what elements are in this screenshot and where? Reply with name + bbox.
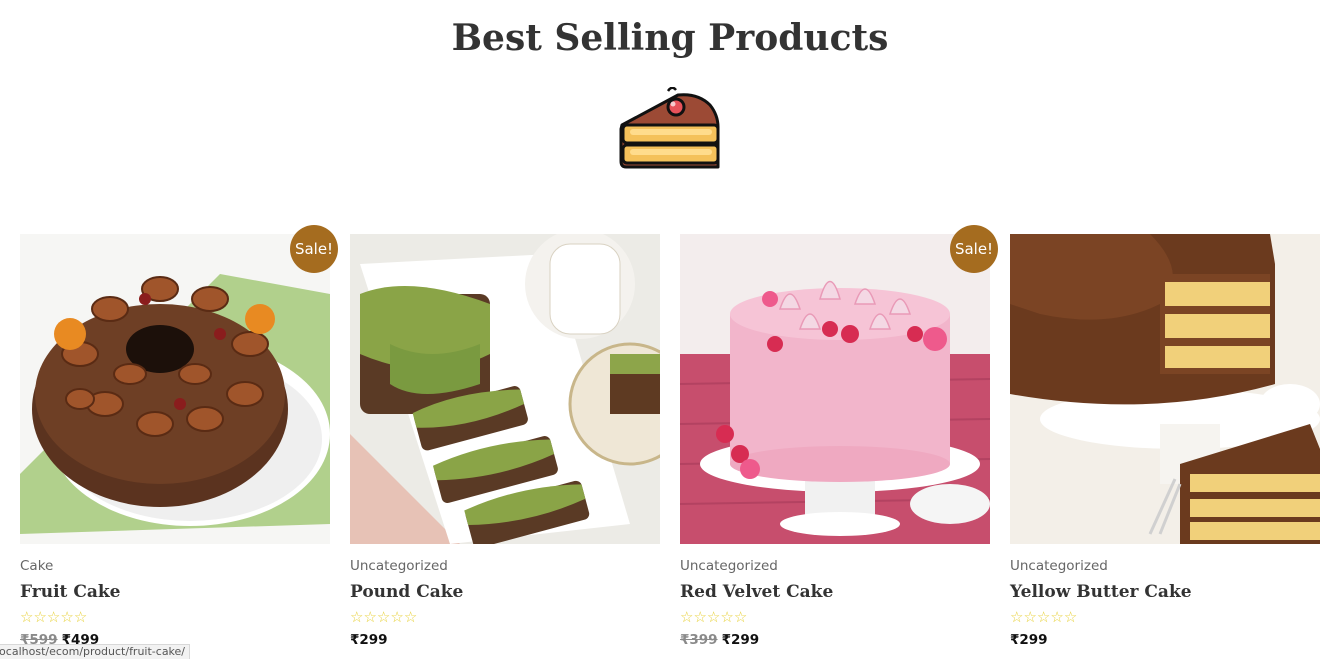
fruit-cake-image[interactable] xyxy=(20,234,330,544)
product-price: ₹399 ₹299 xyxy=(680,631,759,649)
product-title[interactable]: Fruit Cake xyxy=(20,580,120,604)
sale-badge: Sale! xyxy=(290,225,338,273)
star-rating: ☆☆☆☆☆ xyxy=(20,608,87,626)
product-card: Uncategorized Yellow Butter Cake ☆☆☆☆☆ ₹… xyxy=(1010,234,1320,659)
star-rating: ☆☆☆☆☆ xyxy=(350,608,417,626)
product-card: Sale! Cake Fruit Cake ☆☆☆☆☆ ₹599 ₹499 xyxy=(20,225,338,659)
star-icon: ☆ xyxy=(20,608,34,626)
products-grid: Sale! Cake Fruit Cake ☆☆☆☆☆ ₹599 ₹499 Un… xyxy=(20,225,1320,659)
star-icon: ☆ xyxy=(376,608,391,626)
product-category[interactable]: Uncategorized xyxy=(350,556,448,576)
sale-badge: Sale! xyxy=(950,225,998,273)
price-new: ₹299 xyxy=(350,632,388,648)
star-icon: ☆ xyxy=(46,608,61,626)
product-category[interactable]: Uncategorized xyxy=(1010,556,1108,576)
star-icon: ☆ xyxy=(403,608,418,626)
star-rating: ☆☆☆☆☆ xyxy=(680,608,747,626)
star-icon: ☆ xyxy=(1063,608,1078,626)
pound-cake-image[interactable] xyxy=(350,234,660,544)
star-icon: ☆ xyxy=(733,608,748,626)
product-price: ₹299 xyxy=(1010,631,1048,649)
star-icon: ☆ xyxy=(73,608,88,626)
status-bar-url: localhost/ecom/product/fruit-cake/ xyxy=(0,644,191,659)
price-new: ₹299 xyxy=(1010,632,1048,648)
star-icon: ☆ xyxy=(33,608,47,626)
product-title[interactable]: Yellow Butter Cake xyxy=(1010,580,1192,604)
product-title[interactable]: Pound Cake xyxy=(350,580,463,604)
star-icon: ☆ xyxy=(350,608,364,626)
star-icon: ☆ xyxy=(720,608,734,626)
star-rating: ☆☆☆☆☆ xyxy=(1010,608,1077,626)
product-category[interactable]: Cake xyxy=(20,556,53,576)
star-icon: ☆ xyxy=(1010,608,1024,626)
cake-slice-icon xyxy=(619,87,720,169)
product-card: Sale! Uncategorized Red Velvet Cake ☆☆☆☆… xyxy=(680,225,998,659)
star-icon: ☆ xyxy=(1036,608,1051,626)
price-new: ₹299 xyxy=(721,632,760,648)
product-price: ₹299 xyxy=(350,631,388,649)
star-icon: ☆ xyxy=(706,608,721,626)
product-category[interactable]: Uncategorized xyxy=(680,556,778,576)
star-icon: ☆ xyxy=(60,608,74,626)
star-icon: ☆ xyxy=(1023,608,1037,626)
star-icon: ☆ xyxy=(363,608,377,626)
product-title[interactable]: Red Velvet Cake xyxy=(680,580,833,604)
product-card: Uncategorized Pound Cake ☆☆☆☆☆ ₹299 xyxy=(350,234,660,659)
section-title: Best Selling Products xyxy=(451,17,889,59)
price-old: ₹399 xyxy=(680,632,718,648)
star-icon: ☆ xyxy=(1050,608,1064,626)
star-icon: ☆ xyxy=(680,608,694,626)
star-icon: ☆ xyxy=(390,608,404,626)
red-velvet-cake-image[interactable] xyxy=(680,234,990,544)
yellow-butter-cake-image[interactable] xyxy=(1010,234,1320,544)
star-icon: ☆ xyxy=(693,608,707,626)
